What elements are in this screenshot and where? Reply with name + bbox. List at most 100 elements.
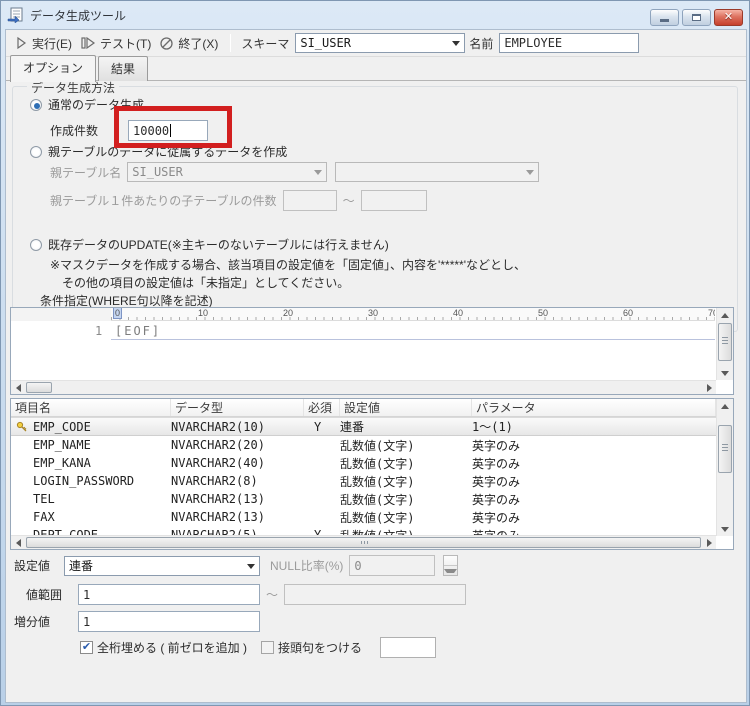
parameter-value: 英字のみ [472,527,716,536]
exit-button-label: 終了(X) [178,35,218,52]
data-type: NVARCHAR2(10) [171,420,304,434]
ruler-number: 0 [113,308,122,319]
ruler-number: 20 [283,308,293,318]
name-label: 名前 [469,35,493,52]
run-button[interactable]: 実行(E) [12,33,78,54]
header-parameter[interactable]: パラメータ [472,399,716,416]
table-row[interactable]: EMP_NAMENVARCHAR2(20)乱数値(文字)英字のみ [11,436,716,454]
editor-vertical-scrollbar[interactable] [716,308,733,380]
header-required[interactable]: 必須 [304,399,340,416]
scroll-up-icon[interactable] [717,399,733,413]
minimize-button[interactable] [650,9,679,26]
table-row[interactable]: FAXNVARCHAR2(13)乱数値(文字)英字のみ [11,508,716,526]
prefix-checkbox[interactable] [261,641,274,654]
range-from-value: 1 [83,588,90,602]
test-button[interactable]: テスト(T) [78,33,157,54]
mask-note-line1: ※マスクデータを作成する場合、該当項目の設定値を「固定値」、内容を'*****'… [50,256,526,273]
scroll-right-icon[interactable] [702,536,716,549]
range-from-input[interactable]: 1 [78,584,260,605]
table-row[interactable]: LOGIN_PASSWORDNVARCHAR2(8)乱数値(文字)英字のみ [11,472,716,490]
parameter-value: 英字のみ [472,473,716,490]
scroll-left-icon[interactable] [11,381,25,394]
close-button[interactable]: ✕ [714,9,743,26]
null-rate-input[interactable]: 0 [349,555,435,576]
range-to-input[interactable] [284,584,466,605]
exit-button[interactable]: 終了(X) [157,33,224,54]
radio-parent-generation[interactable]: 親テーブルのデータに従属するデータを作成 [30,143,287,160]
editor-ruler: 01020304050607080 [111,308,715,321]
record-count-value: 10000 [133,124,169,138]
null-rate-spinner[interactable] [443,555,458,576]
chevron-down-icon [452,41,460,46]
editor-hscroll-thumb[interactable] [26,382,52,393]
tab-options[interactable]: オプション [10,55,96,82]
where-clause-editor[interactable]: 01020304050607080 1 [EOF] [10,307,734,395]
table-vertical-scrollbar[interactable] [716,399,733,536]
pad-digits-checkbox[interactable]: ✔ [80,641,93,654]
table-row[interactable]: EMP_KANANVARCHAR2(40)乱数値(文字)英字のみ [11,454,716,472]
scroll-left-icon[interactable] [11,536,25,549]
scroll-down-icon[interactable] [717,366,733,380]
setting-value-combobox[interactable]: 連番 [64,556,260,576]
column-name: DEPT_CODE [33,528,171,535]
spinner-up-icon[interactable] [444,556,457,566]
radio-parent-label: 親テーブルのデータに従属するデータを作成 [48,143,287,160]
editor-horizontal-scrollbar[interactable] [11,380,716,394]
ruler-mark: 10 [196,308,281,320]
record-count-row: 作成件数 10000 [50,120,208,141]
increment-label: 増分値 [14,613,50,630]
options-checkbox-row: ✔ 全桁埋める ( 前ゼロを追加 ) 接頭句をつける [80,637,436,658]
increment-input[interactable]: 1 [78,611,260,632]
schema-value: SI_USER [300,36,351,50]
radio-normal-label: 通常のデータ生成 [48,96,144,113]
maximize-button[interactable] [682,9,711,26]
ruler-mark: 50 [536,308,621,320]
editor-cursor-line [111,339,715,340]
parent-table-row: 親テーブル名 SI_USER [50,162,539,182]
parent-column-combobox[interactable] [335,162,539,182]
table-header[interactable]: 項目名 データ型 必須 設定値 パラメータ [11,399,716,417]
table-horizontal-scrollbar[interactable] [11,535,716,549]
test-button-label: テスト(T) [100,35,151,52]
schema-combobox[interactable]: SI_USER [295,33,465,53]
mask-note-line2: その他の項目の設定値は「未指定」としてください。 [62,274,349,291]
value-range-row: 値範囲 1 ～ [26,584,466,605]
header-column-name[interactable]: 項目名 [11,399,171,416]
radio-normal-generation[interactable]: 通常のデータ生成 [30,96,144,113]
child-count-from-input[interactable] [283,190,337,211]
parent-table-combobox[interactable]: SI_USER [127,162,327,182]
editor-vscroll-thumb[interactable] [718,323,732,361]
radio-update-existing[interactable]: 既存データのUPDATE(※主キーのないテーブルには行えません) [30,236,389,253]
table-row[interactable]: TELNVARCHAR2(13)乱数値(文字)英字のみ [11,490,716,508]
run-icon [14,36,28,50]
setting-value: 乱数値(文字) [340,473,472,490]
ruler-mark: 70 [706,308,715,320]
prefix-input[interactable] [380,637,436,658]
name-input[interactable]: EMPLOYEE [499,33,639,53]
header-setting[interactable]: 設定値 [340,399,472,416]
spinner-down-icon[interactable] [444,566,457,575]
increment-value: 1 [83,615,90,629]
record-count-input[interactable]: 10000 [128,120,208,141]
scroll-up-icon[interactable] [717,308,733,322]
column-name: LOGIN_PASSWORD [33,474,171,488]
key-icon [16,421,28,433]
table-hscroll-thumb[interactable] [26,537,701,548]
scroll-down-icon[interactable] [717,522,733,536]
child-count-row: 親テーブル１件あたりの子テーブルの件数 ～ [50,190,427,211]
table-row[interactable]: EMP_CODENVARCHAR2(10)Y連番1～(1) [11,417,716,436]
table-row[interactable]: DEPT_CODENVARCHAR2(5)Y乱数値(文字)英字のみ [11,526,716,535]
setting-value: 連番 [69,557,93,574]
ruler-number: 30 [368,308,378,318]
scroll-right-icon[interactable] [702,381,716,394]
table-vscroll-thumb[interactable] [718,425,732,473]
chevron-down-icon [314,170,322,175]
client-area: 実行(E) テスト(T) 終了(X) スキーマ SI_USER 名前 EMPLO… [5,29,747,703]
child-count-to-input[interactable] [361,190,427,211]
title-bar[interactable]: データ生成ツール ✕ [1,1,749,29]
setting-value: 乱数値(文字) [340,527,472,536]
test-icon [80,36,96,50]
tab-results[interactable]: 結果 [98,56,148,81]
editor-corner [11,308,111,321]
header-data-type[interactable]: データ型 [171,399,304,416]
